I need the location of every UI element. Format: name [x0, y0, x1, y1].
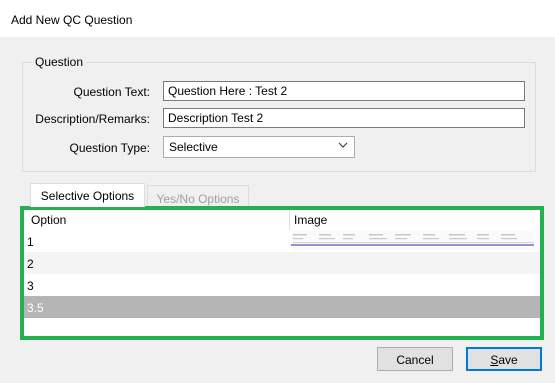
- tab-yes-no-options[interactable]: Yes/No Options: [147, 185, 249, 207]
- column-header-image[interactable]: Image: [294, 213, 327, 227]
- dialog-title: Add New QC Question: [11, 13, 133, 27]
- question-text-label: Question Text:: [73, 85, 151, 99]
- table-row[interactable]: 3: [24, 274, 540, 296]
- options-grid: Option Image 1 2 3 3.5: [20, 206, 544, 340]
- option-cell: 1: [27, 235, 34, 249]
- save-button[interactable]: Save: [466, 347, 542, 371]
- option-cell: 2: [27, 257, 34, 271]
- dialog-window: Add New QC Question Question Question Te…: [0, 0, 555, 383]
- save-label: ave: [498, 353, 518, 367]
- grid-header: Option Image: [24, 210, 540, 230]
- title-bar: Add New QC Question: [0, 0, 555, 37]
- option-cell: 3.5: [27, 301, 44, 315]
- table-row[interactable]: 1: [24, 230, 540, 252]
- description-label: Description/Remarks:: [35, 112, 150, 126]
- question-type-select[interactable]: Selective: [163, 136, 355, 158]
- description-input[interactable]: Description Test 2: [163, 108, 525, 128]
- table-row-selected[interactable]: 3.5: [24, 296, 540, 318]
- question-group-legend: Question: [32, 55, 87, 69]
- cancel-button[interactable]: Cancel: [377, 347, 453, 371]
- chevron-down-icon: [338, 142, 348, 148]
- table-row[interactable]: 2: [24, 252, 540, 274]
- column-header-option[interactable]: Option: [31, 213, 66, 227]
- question-type-value: Selective: [169, 140, 218, 154]
- question-text-input[interactable]: Question Here : Test 2: [163, 81, 525, 101]
- image-thumbnail: [291, 231, 534, 250]
- tab-selective-options[interactable]: Selective Options: [30, 183, 145, 207]
- option-cell: 3: [27, 279, 34, 293]
- column-divider: [289, 210, 290, 230]
- question-type-label: Question Type:: [69, 141, 151, 155]
